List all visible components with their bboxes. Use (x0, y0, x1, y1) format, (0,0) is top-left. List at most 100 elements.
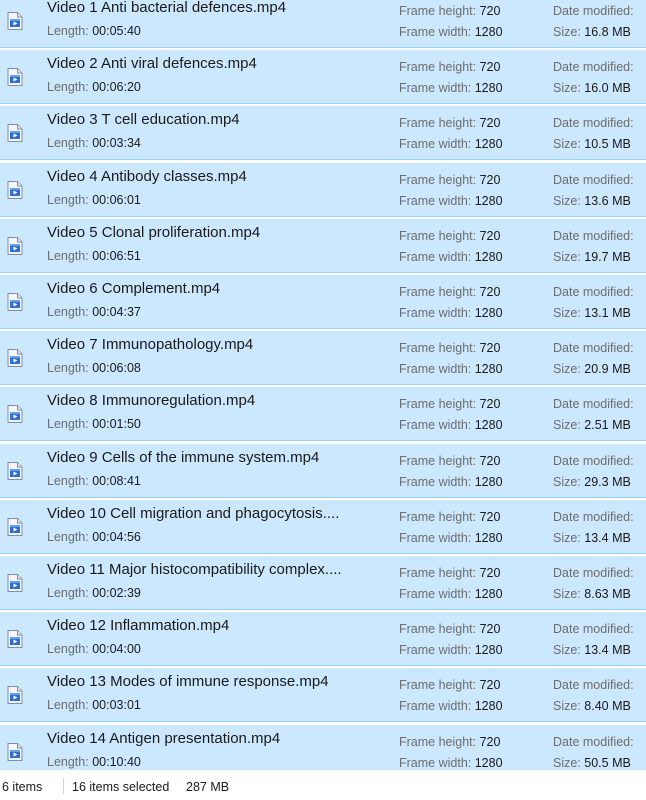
length-value: 00:04:00 (92, 642, 141, 657)
size-value: 8.40 MB (584, 699, 631, 714)
video-file-icon (7, 180, 23, 199)
length-field: Length: 00:04:00 (47, 642, 141, 656)
frame-width-label: Frame width: (399, 643, 472, 658)
frame-width-value: 1280 (474, 137, 503, 152)
size-label: Size: (553, 643, 581, 658)
date-modified-label: Date modified: (553, 678, 634, 693)
date-modified-field: Date modified: (553, 397, 634, 411)
date-modified-field: Date modified: (553, 173, 634, 187)
file-name[interactable]: Video 11 Major histocompatibility comple… (47, 561, 342, 578)
file-row[interactable]: Video 1 Anti bacterial defences.mp4 Lengt… (0, 0, 646, 48)
frame-height-field: Frame height: 720 (399, 341, 500, 355)
date-modified-label: Date modified: (553, 172, 634, 187)
file-name[interactable]: Video 13 Modes of immune response.mp4 (47, 673, 329, 690)
file-name[interactable]: Video 5 Clonal proliferation.mp4 (47, 224, 260, 241)
frame-height-label: Frame height: (399, 566, 477, 580)
size-field: Size: 29.3 MB (553, 475, 631, 489)
frame-width-label: Frame width: (399, 418, 472, 433)
file-row[interactable]: Video 11 Major histocompatibility comple… (0, 556, 646, 610)
file-row[interactable]: Video 12 Inflammation.mp4 Length: 00:04:0… (0, 612, 646, 667)
frame-height-label: Frame height: (399, 172, 477, 187)
size-value: 8.63 MB (584, 587, 631, 601)
file-row[interactable]: Video 13 Modes of immune response.mp4 Len… (0, 668, 646, 723)
length-value: 00:03:01 (92, 698, 141, 713)
frame-width-value: 1280 (474, 362, 503, 377)
selection-size: 287 MB (186, 780, 230, 794)
file-name[interactable]: Video 6 Complement.mp4 (47, 280, 220, 297)
frame-width-label: Frame width: (399, 699, 472, 714)
video-file-icon (7, 12, 23, 30)
size-value: 13.6 MB (584, 193, 631, 208)
frame-width-label: Frame width: (399, 193, 472, 208)
size-field: Size: 13.4 MB (553, 531, 631, 545)
frame-width-label: Frame width: (399, 25, 472, 39)
size-value: 50.5 MB (584, 755, 631, 770)
length-label: Length: (47, 754, 89, 769)
size-field: Size: 16.8 MB (553, 25, 631, 39)
length-value: 00:06:01 (92, 192, 141, 207)
size-field: Size: 2.51 MB (553, 418, 631, 432)
status-separator (63, 778, 64, 794)
file-name[interactable]: Video 7 Immunopathology.mp4 (47, 336, 253, 353)
frame-width-field: Frame width: 1280 (399, 25, 503, 39)
file-name[interactable]: Video 2 Anti viral defences.mp4 (47, 55, 257, 72)
file-row[interactable]: Video 8 Immunoregulation.mp4 Length: 00:0… (0, 387, 646, 442)
size-label: Size: (553, 474, 581, 489)
length-label: Length: (47, 417, 89, 432)
frame-width-field: Frame width: 1280 (399, 137, 503, 151)
length-field: Length: 00:05:40 (47, 24, 141, 38)
frame-width-field: Frame width: 1280 (399, 250, 503, 264)
date-modified-field: Date modified: (553, 510, 634, 524)
file-name[interactable]: Video 12 Inflammation.mp4 (47, 617, 229, 634)
file-name[interactable]: Video 1 Anti bacterial defences.mp4 (47, 0, 286, 16)
length-label: Length: (47, 642, 89, 657)
size-label: Size: (553, 699, 581, 714)
frame-width-value: 1280 (474, 643, 503, 658)
video-file-icon (7, 68, 23, 87)
file-name[interactable]: Video 14 Antigen presentation.mp4 (47, 730, 280, 747)
length-value: 00:06:20 (92, 80, 141, 95)
file-row[interactable]: Video 4 Antibody classes.mp4 Length: 00:0… (0, 162, 646, 217)
frame-width-value: 1280 (474, 418, 503, 433)
frame-height-field: Frame height: 720 (399, 116, 500, 130)
size-label: Size: (553, 530, 581, 545)
file-row[interactable]: Video 10 Cell migration and phagocytosis… (0, 499, 646, 554)
size-value: 13.4 MB (584, 643, 631, 658)
video-file-icon (7, 742, 23, 761)
size-label: Size: (553, 193, 581, 208)
file-row[interactable]: Video 5 Clonal proliferation.mp4 Length: … (0, 218, 646, 273)
frame-height-field: Frame height: 720 (399, 229, 500, 243)
selection-count: 16 items selected (72, 780, 170, 794)
file-name[interactable]: Video 4 Antibody classes.mp4 (47, 168, 247, 185)
date-modified-label: Date modified: (553, 116, 634, 131)
item-count: 6 items (2, 780, 43, 794)
file-row[interactable]: Video 2 Anti viral defences.mp4 Length: 0… (0, 50, 646, 105)
size-field: Size: 8.63 MB (553, 587, 631, 601)
file-row[interactable]: Video 9 Cells of the immune system.mp4 Le… (0, 443, 646, 498)
date-modified-field: Date modified: (553, 285, 634, 299)
frame-height-label: Frame height: (399, 622, 477, 637)
size-value: 16.0 MB (584, 81, 631, 96)
file-row[interactable]: Video 7 Immunopathology.mp4 Length: 00:06… (0, 331, 646, 386)
file-name[interactable]: Video 9 Cells of the immune system.mp4 (47, 449, 319, 466)
file-row[interactable]: Video 6 Complement.mp4 Length: 00:04:37 Fr… (0, 275, 646, 329)
file-name[interactable]: Video 3 T cell education.mp4 (47, 111, 240, 128)
size-value: 2.51 MB (584, 418, 631, 433)
file-row[interactable]: Video 3 T cell education.mp4 Length: 00:0… (0, 106, 646, 161)
length-field: Length: 00:06:20 (47, 80, 141, 94)
frame-width-value: 1280 (474, 587, 503, 601)
length-field: Length: 00:08:41 (47, 474, 141, 488)
frame-width-field: Frame width: 1280 (399, 194, 503, 208)
frame-height-value: 720 (479, 453, 501, 468)
frame-height-value: 720 (479, 341, 501, 356)
file-name[interactable]: Video 8 Immunoregulation.mp4 (47, 392, 255, 409)
file-list[interactable]: Video 1 Anti bacterial defences.mp4 Lengt… (0, 0, 646, 770)
length-field: Length: 00:03:01 (47, 698, 141, 712)
frame-height-field: Frame height: 720 (399, 735, 500, 749)
date-modified-label: Date modified: (553, 622, 634, 637)
date-modified-field: Date modified: (553, 678, 634, 692)
frame-width-value: 1280 (474, 25, 503, 39)
file-row[interactable]: Video 14 Antigen presentation.mp4 Length:… (0, 724, 646, 770)
length-field: Length: 00:04:56 (47, 530, 141, 544)
file-name[interactable]: Video 10 Cell migration and phagocytosis… (47, 505, 339, 522)
